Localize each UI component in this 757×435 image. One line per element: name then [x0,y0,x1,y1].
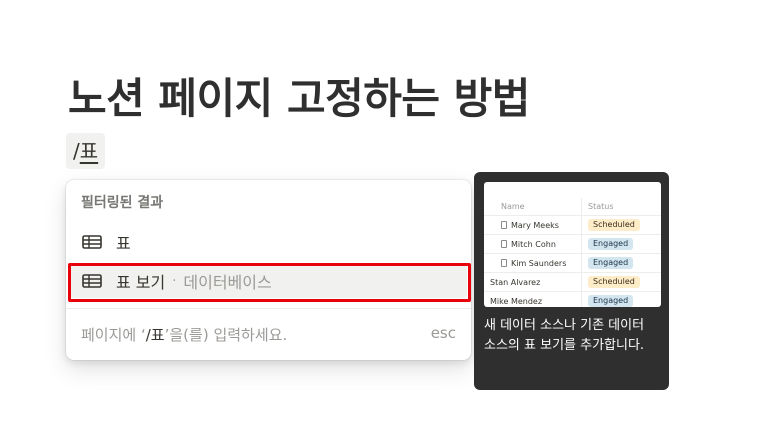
table-row: Mary Meeks Scheduled [484,215,661,235]
command-query: 표 [79,139,99,163]
table-row: Mike Mendez Engaged [484,291,661,307]
slash-char: / [73,139,80,163]
table-preview: Name Status Mary Meeks Scheduled Mitch C… [484,182,661,307]
slash-command-input[interactable]: /표 [66,133,106,169]
tooltip-description: 새 데이터 소스나 기존 데이터 소스의 표 보기를 추가합니다. [484,318,645,353]
table-row: Mitch Cohn Engaged [484,234,661,254]
page-title: 노션 페이지 고정하는 방법 [68,74,530,124]
menu-divider [66,308,471,309]
page-icon [501,239,507,248]
menu-footer: 페이지에 ‘/표’을(를) 입력하세요. esc [81,324,456,345]
highlight-box [68,263,471,302]
status-badge: Engaged [588,295,634,307]
menu-header: 필터링된 결과 [81,195,164,211]
footer-hint: 페이지에 ‘/표’을(를) 입력하세요. [81,326,288,344]
esc-hint[interactable]: esc [431,324,456,345]
page-icon [501,258,507,267]
status-badge: Scheduled [588,219,640,231]
table-icon [82,235,102,249]
preview-col-status: Status [581,198,661,216]
status-badge: Scheduled [588,276,640,288]
preview-table: Name Status Mary Meeks Scheduled Mitch C… [484,198,661,307]
status-badge: Engaged [588,238,634,250]
tooltip-preview: Name Status Mary Meeks Scheduled Mitch C… [474,172,669,390]
preview-col-name: Name [484,198,582,216]
status-badge: Engaged [588,257,634,269]
menu-item-table[interactable]: 표 [70,225,467,259]
page-icon [501,220,507,229]
table-row: Kim Saunders Engaged [484,253,661,273]
menu-item-label: 표 [116,234,131,253]
table-row: Stan Alvarez Scheduled [484,272,661,292]
